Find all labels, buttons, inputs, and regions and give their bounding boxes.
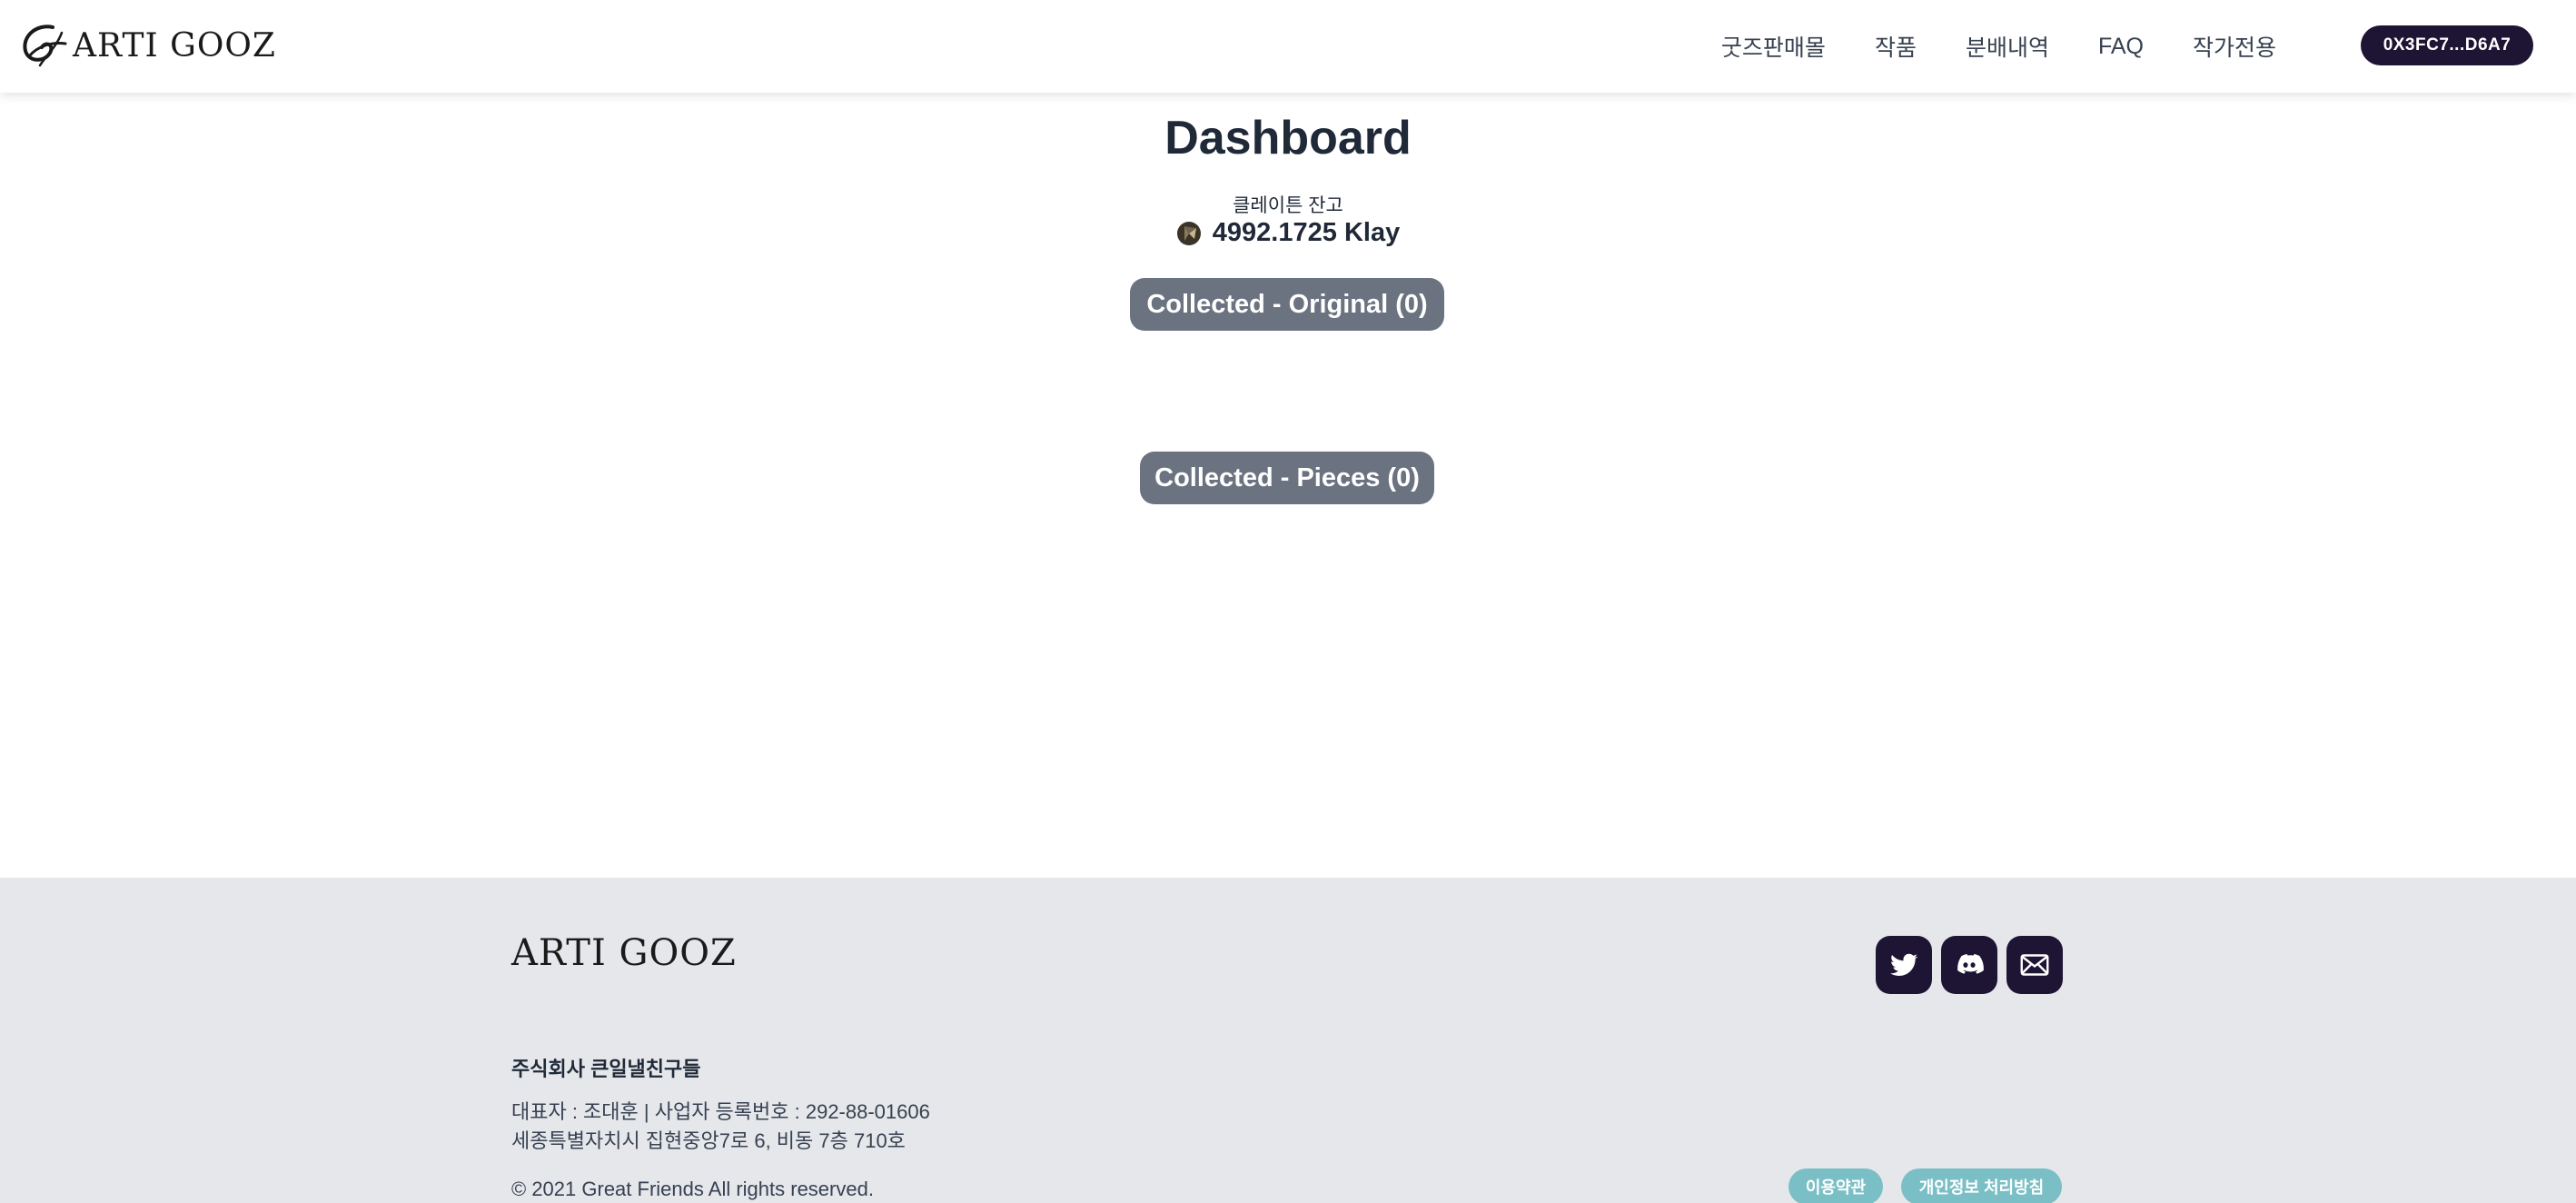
page-title: Dashboard bbox=[1164, 112, 1412, 164]
site-header: ARTI GOOZ 굿즈판매몰 작품 분배내역 FAQ 작가전용 0X3FC7.… bbox=[0, 0, 2576, 93]
balance-label: 클레이튼 잔고 bbox=[1233, 195, 1343, 216]
nav-item-goods-shop[interactable]: 굿즈판매몰 bbox=[1721, 30, 1826, 63]
social-links bbox=[1876, 936, 2063, 994]
wallet-address-button[interactable]: 0X3FC7...D6A7 bbox=[2361, 25, 2533, 65]
collected-original-button[interactable]: Collected - Original (0) bbox=[1130, 278, 1444, 331]
nav-item-artworks[interactable]: 작품 bbox=[1875, 30, 1917, 63]
balance-row: 4992.1725 Klay bbox=[0, 218, 2576, 248]
nav-item-faq[interactable]: FAQ bbox=[2098, 34, 2144, 60]
mail-link[interactable] bbox=[2006, 936, 2063, 994]
discord-icon bbox=[1957, 954, 1984, 974]
nav-item-distribution[interactable]: 분배내역 bbox=[1966, 30, 2049, 63]
klay-coin-icon bbox=[1176, 221, 1201, 245]
twitter-icon bbox=[1890, 953, 1918, 976]
collected-pieces-button[interactable]: Collected - Pieces (0) bbox=[1140, 452, 1434, 504]
site-logo[interactable]: ARTI GOOZ bbox=[16, 20, 276, 71]
logo-text: ARTI GOOZ bbox=[73, 26, 276, 65]
terms-button[interactable]: 이용약관 bbox=[1788, 1168, 1883, 1203]
privacy-policy-button[interactable]: 개인정보 처리방침 bbox=[1901, 1168, 2062, 1203]
discord-link[interactable] bbox=[1941, 936, 1997, 994]
twitter-link[interactable] bbox=[1876, 936, 1932, 994]
company-info-line: 대표자 : 조대훈 | 사업자 등록번호 : 292-88-01606 bbox=[511, 1100, 930, 1123]
nav-item-artist-only[interactable]: 작가전용 bbox=[2193, 30, 2276, 63]
site-footer: ARTI GOOZ 주식회사 큰일낼친구들 대표자 : 조대훈 | 사업자 등록… bbox=[0, 878, 2576, 1203]
company-name: 주식회사 큰일낼친구들 bbox=[511, 1058, 701, 1080]
main-nav: 굿즈판매몰 작품 분배내역 FAQ 작가전용 bbox=[1721, 0, 2276, 93]
footer-logo[interactable]: ARTI GOOZ bbox=[511, 932, 737, 974]
mail-icon bbox=[2020, 954, 2049, 976]
company-address: 세종특별자치시 집현중앙7로 6, 비동 7층 710호 bbox=[511, 1129, 906, 1152]
dashboard-main: Dashboard 클레이튼 잔고 4992.1725 Klay Collect… bbox=[0, 93, 2576, 878]
logo-mark-icon bbox=[23, 25, 67, 67]
copyright: © 2021 Great Friends All rights reserved… bbox=[511, 1178, 874, 1200]
balance-value: 4992.1725 Klay bbox=[1212, 218, 1401, 247]
